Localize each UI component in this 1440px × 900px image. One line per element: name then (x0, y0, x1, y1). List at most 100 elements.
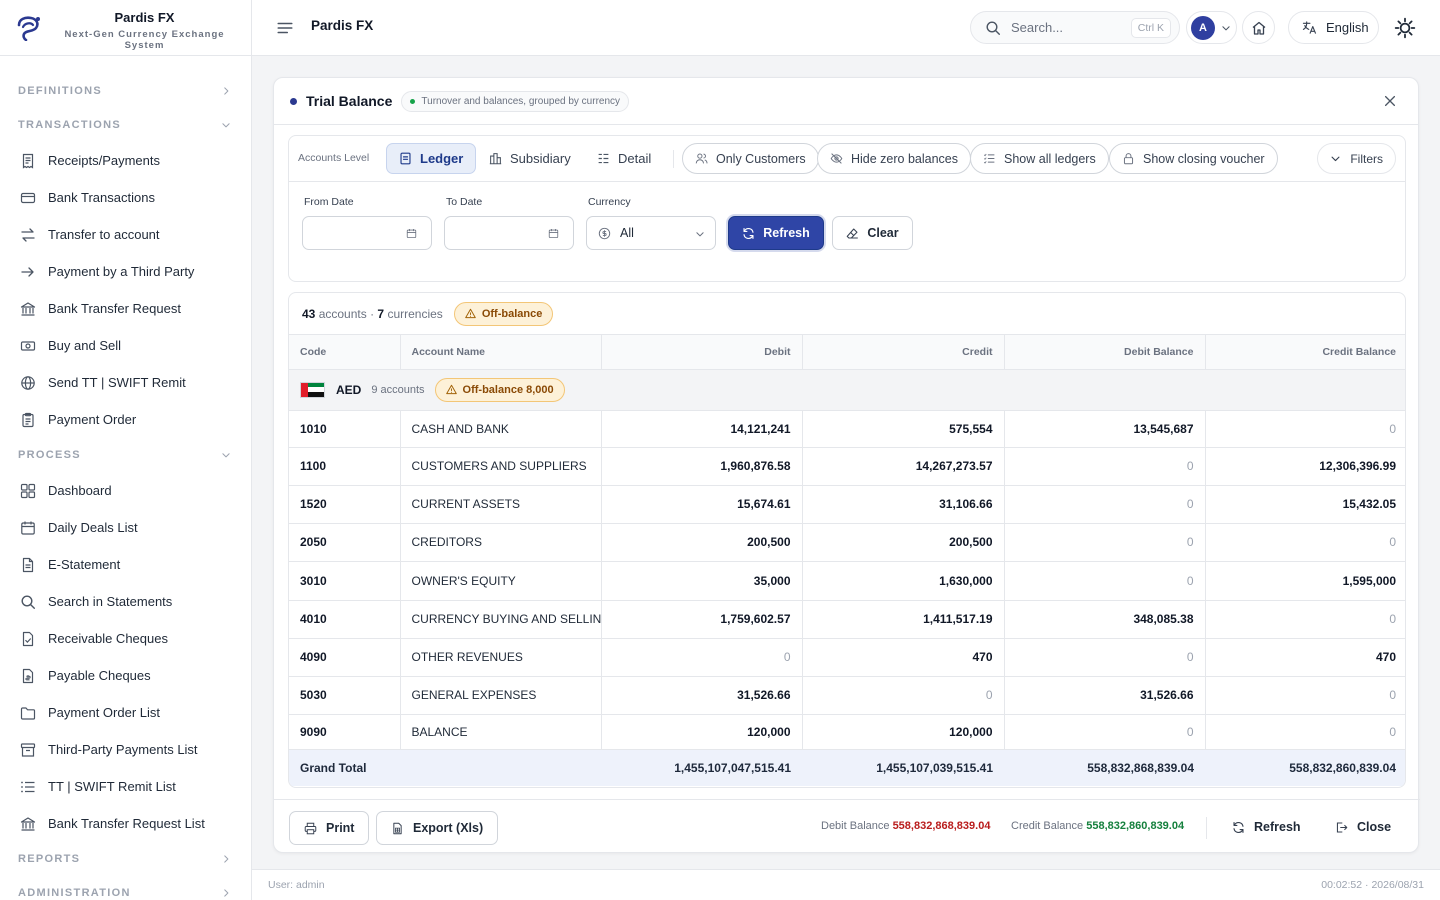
filters-button[interactable]: Filters (1317, 143, 1396, 174)
sidebar-item-send-tt-swift[interactable]: Send TT | SWIFT Remit (0, 364, 251, 401)
card-subtitle: Turnover and balances, grouped by curren… (421, 95, 621, 107)
level-detail-button[interactable]: Detail (585, 143, 663, 174)
search-input[interactable] (1011, 20, 1121, 35)
show-closing-voucher-toggle[interactable]: Show closing voucher (1109, 143, 1278, 174)
sidebar-item-search-statements[interactable]: Search in Statements (0, 583, 251, 620)
table-row[interactable]: 2050 CREDITORS 200,500 200,500 0 0 (289, 523, 1405, 562)
table-row[interactable]: 1100 CUSTOMERS AND SUPPLIERS 1,960,876.58 1… (289, 447, 1405, 486)
table-panel: 43 accounts · 7 currencies Off-balance C… (288, 292, 1406, 788)
section-definitions[interactable]: DEFINITIONS (0, 74, 251, 108)
separator: · (370, 306, 375, 321)
table-row[interactable]: 9090 BALANCE 120,000 120,000 0 0 (289, 714, 1405, 750)
sidebar-item-payment-order-list[interactable]: Payment Order List (0, 694, 251, 731)
cell-debit-balance: 0 (1004, 561, 1206, 601)
group-off-balance: Off-balance 8,000 (462, 383, 554, 396)
sun-icon[interactable] (1394, 17, 1416, 39)
clear-button[interactable]: Clear (832, 216, 913, 250)
status-time: 00:02:52 · 2026/08/31 (1321, 879, 1424, 891)
bank-icon (20, 816, 36, 832)
cell-debit-balance: 348,085.38 (1004, 600, 1206, 639)
sidebar-item-third-party-payments[interactable]: Third-Party Payments List (0, 731, 251, 768)
section-reports[interactable]: REPORTS (0, 842, 251, 876)
table-row[interactable]: 1520 CURRENT ASSETS 15,674.61 31,106.66 0 15,… (289, 485, 1405, 524)
footer-refresh-button[interactable]: Refresh (1232, 820, 1301, 834)
table-row[interactable]: 1010 CASH AND BANK 14,121,241 575,554 13,545… (289, 410, 1405, 448)
table-row[interactable]: 5030 GENERAL EXPENSES 31,526.66 0 31,526.66 0 (289, 676, 1405, 715)
show-all-ledgers-toggle[interactable]: Show all ledgers (970, 143, 1109, 174)
sidebar-item-bank-transfer-request[interactable]: Bank Transfer Request (0, 290, 251, 327)
section-administration[interactable]: ADMINISTRATION (0, 876, 251, 900)
sidebar-item-payment-third-party[interactable]: Payment by a Third Party (0, 253, 251, 290)
sidebar-item-receivable-cheques[interactable]: Receivable Cheques (0, 620, 251, 657)
only-customers-toggle[interactable]: Only Customers (682, 143, 819, 174)
title-dot (290, 97, 297, 105)
column-header-debit[interactable]: Debit (601, 335, 803, 370)
to-date-input[interactable] (444, 216, 574, 250)
brand[interactable]: Pardis FX Next-Gen Currency Exchange Sys… (0, 0, 251, 56)
receipt-icon (20, 153, 36, 169)
sidebar-item-label: Payment Order (48, 412, 137, 427)
home-button[interactable] (1242, 11, 1275, 44)
footer-close-button[interactable]: Close (1335, 820, 1391, 834)
sidebar-item-bank-transactions[interactable]: Bank Transactions (0, 179, 251, 216)
hide-zero-balances-toggle[interactable]: Hide zero balances (817, 143, 972, 174)
credit-balance-value: 558,832,860,839.04 (1086, 820, 1185, 832)
sidebar-item-dashboard[interactable]: Dashboard (0, 472, 251, 509)
column-header-account-name[interactable]: Account Name (400, 335, 602, 370)
from-date-input[interactable] (302, 216, 432, 250)
refresh-icon (742, 227, 755, 240)
section-process[interactable]: PROCESS (0, 438, 251, 472)
brand-name: Pardis FX (114, 10, 175, 25)
cell-credit-balance: 12,306,396.99 (1205, 447, 1405, 486)
currency-group-row[interactable]: AED 9 accounts Off-balance 8,000 (289, 369, 1405, 411)
column-header-code[interactable]: Code (289, 335, 401, 370)
accounts-count: 43 (302, 306, 316, 321)
table-row[interactable]: 3010 OWNER'S EQUITY 35,000 1,630,000 0 1,595,… (289, 561, 1405, 601)
currency-select[interactable]: All (586, 216, 716, 250)
sidebar-item-transfer-to-account[interactable]: Transfer to account (0, 216, 251, 253)
export-xls-button[interactable]: Export (Xls) (376, 811, 499, 845)
table-row[interactable]: 4010 CURRENCY BUYING AND SELLING 1,759,602… (289, 600, 1405, 639)
calendar-icon (548, 228, 559, 239)
cell-credit-balance: 0 (1205, 410, 1405, 448)
column-header-credit-balance[interactable]: Credit Balance (1205, 335, 1405, 370)
chevron-down-icon (1330, 153, 1341, 164)
sidebar-item-tt-swift-list[interactable]: TT | SWIFT Remit List (0, 768, 251, 805)
table-row[interactable]: 4090 OTHER REVENUES 0 470 0 470 (289, 638, 1405, 677)
chevron-down-icon (221, 450, 231, 460)
language-button[interactable]: English (1288, 11, 1379, 44)
column-header-debit-balance[interactable]: Debit Balance (1004, 335, 1206, 370)
user-menu-button[interactable]: A (1186, 11, 1237, 44)
uae-flag-icon (300, 381, 325, 398)
sidebar-item-payment-order[interactable]: Payment Order (0, 401, 251, 438)
sidebar-item-bank-transfer-list[interactable]: Bank Transfer Request List (0, 805, 251, 842)
sidebar-item-buy-and-sell[interactable]: Buy and Sell (0, 327, 251, 364)
cell-credit: 120,000 (802, 714, 1005, 750)
sidebar-item-receipts-payments[interactable]: Receipts/Payments (0, 142, 251, 179)
print-button[interactable]: Print (289, 811, 370, 845)
off-balance-badge: Off-balance (453, 301, 554, 326)
sidebar-item-payable-cheques[interactable]: Payable Cheques (0, 657, 251, 694)
section-transactions[interactable]: TRANSACTIONS (0, 108, 251, 142)
level-subsidiary-button[interactable]: Subsidiary (477, 143, 583, 174)
global-search[interactable]: Ctrl K (970, 11, 1180, 44)
menu-icon[interactable] (276, 19, 294, 37)
table-header-row: Code Account Name Debit Credit Debit Bal… (289, 335, 1405, 370)
column-header-credit[interactable]: Credit (802, 335, 1005, 370)
sidebar-item-daily-deals[interactable]: Daily Deals List (0, 509, 251, 546)
sidebar-item-label: Bank Transfer Request (48, 301, 181, 316)
currencies-word: currencies (387, 306, 443, 321)
dashboard-icon (20, 483, 36, 499)
clear-label: Clear (867, 226, 899, 240)
refresh-button[interactable]: Refresh (728, 216, 824, 250)
off-balance-label: Off-balance (481, 307, 543, 320)
sidebar-item-e-statement[interactable]: E-Statement (0, 546, 251, 583)
chevron-right-icon (221, 888, 231, 898)
warning-icon (446, 384, 457, 395)
level-ledger-button[interactable]: Ledger (386, 143, 477, 174)
footer-refresh-label: Refresh (1254, 820, 1301, 834)
close-icon[interactable] (1383, 94, 1397, 108)
accounts-word: accounts (318, 306, 367, 321)
card-header: Trial Balance Turnover and balances, gro… (274, 78, 1418, 125)
toggle-label: Only Customers (716, 151, 806, 166)
